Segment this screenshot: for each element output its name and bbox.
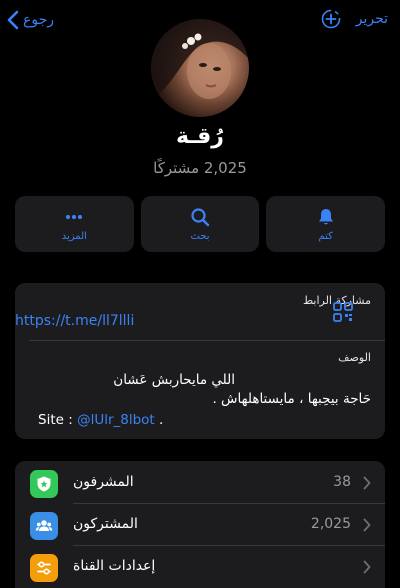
subscribers-count: 2,025	[310, 516, 351, 532]
avatar-photo	[151, 19, 249, 99]
chevron-right-icon	[363, 560, 371, 574]
divider	[29, 340, 385, 341]
channel-settings-row[interactable]: إعدادات القناة	[15, 546, 385, 588]
qr-code-icon[interactable]	[333, 302, 353, 322]
site-line: Site : @lUlr_8lbot .	[38, 412, 163, 428]
site-link[interactable]: @lUlr_8lbot	[77, 412, 155, 428]
subscribers-icon	[30, 512, 58, 540]
search-label: بحث	[190, 230, 210, 242]
chevron-left-icon	[7, 10, 19, 30]
back-button[interactable]: رجوع	[6, 8, 54, 32]
channel-link[interactable]: https://t.me/ll7llli	[15, 313, 134, 329]
settings-sliders-icon	[30, 554, 58, 582]
search-icon	[191, 207, 210, 226]
mute-button[interactable]: كتم	[266, 196, 386, 252]
more-icon	[66, 214, 83, 219]
channel-settings-list: المشرفون 38 المشتركون 2,025 إعدادات القن…	[15, 461, 385, 588]
edit-button[interactable]: تحرير	[356, 11, 388, 27]
admins-title: المشرفون	[73, 474, 134, 490]
mute-label: كتم	[318, 230, 333, 242]
site-suffix: .	[154, 412, 164, 428]
description-line-2: حَاجة بيحِبها ، مايستاهلهاش .	[212, 391, 371, 407]
more-button[interactable]: المزيد	[15, 196, 134, 252]
admins-count: 38	[333, 474, 351, 490]
description-label: الوصف	[338, 351, 371, 364]
search-button[interactable]: بحث	[140, 196, 260, 252]
subscribers-row[interactable]: المشتركون 2,025	[15, 504, 385, 546]
more-label: المزيد	[61, 230, 87, 242]
site-prefix: Site :	[38, 412, 78, 428]
chevron-right-icon	[363, 518, 371, 532]
admin-shield-icon	[30, 470, 58, 498]
add-story-icon[interactable]	[320, 8, 342, 30]
chevron-right-icon	[363, 476, 371, 490]
bell-icon	[318, 208, 333, 224]
action-buttons: المزيد بحث كتم	[15, 196, 386, 252]
channel-settings-title: إعدادات القناة	[73, 558, 156, 574]
back-label: رجوع	[23, 12, 55, 28]
channel-name: رُقـة	[176, 124, 224, 149]
channel-avatar[interactable]	[151, 19, 249, 117]
description-line-1: اللي مايحاربش عَشان	[113, 372, 235, 388]
subscribers-title: المشتركون	[73, 516, 138, 532]
admins-row[interactable]: المشرفون 38	[15, 462, 385, 504]
subscriber-count: 2,025 مشتركًا	[153, 159, 247, 177]
